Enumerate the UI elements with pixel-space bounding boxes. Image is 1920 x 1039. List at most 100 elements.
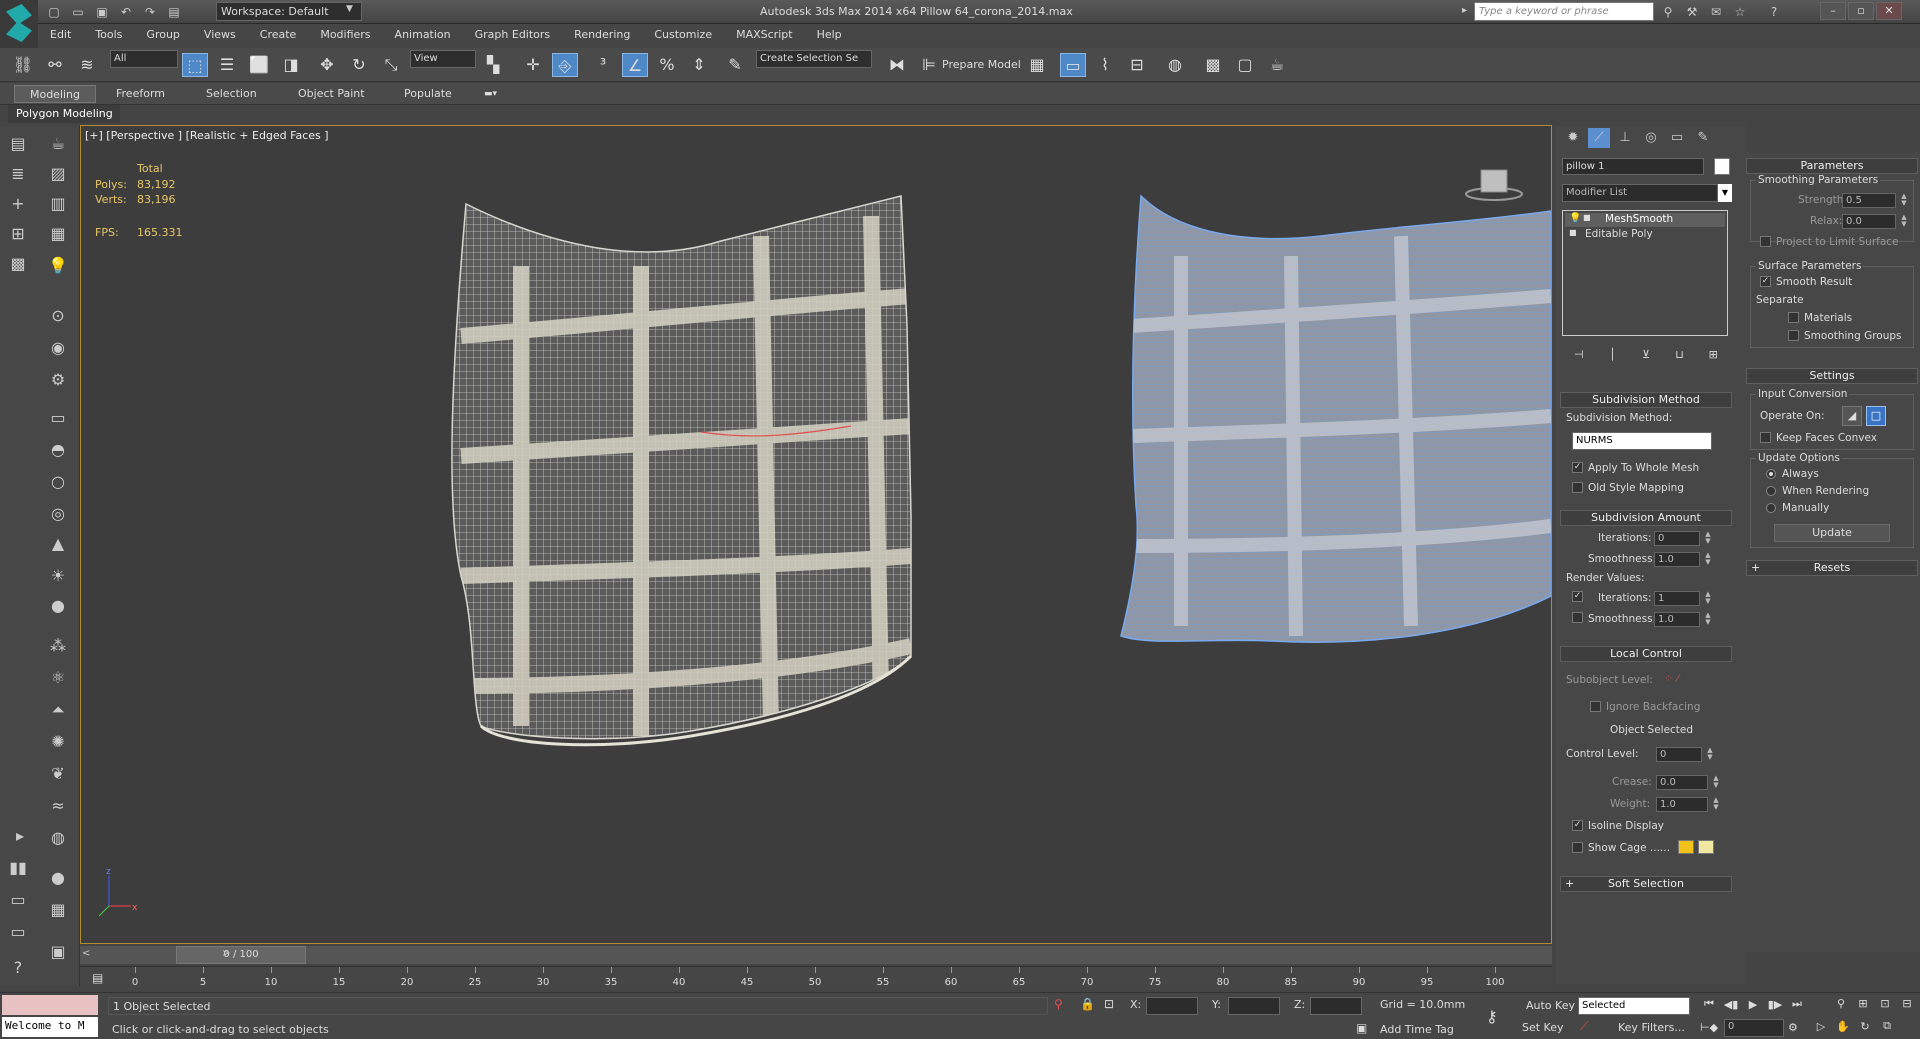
time-slider[interactable]: 0 / 100 (176, 946, 306, 964)
select-and-rotate-icon[interactable]: ↻ (346, 53, 372, 77)
key-filters-button[interactable]: Key Filters... (1618, 1021, 1685, 1034)
window-crossing-icon[interactable]: ◨ (278, 53, 304, 77)
project-limit-checkbox[interactable] (1760, 236, 1771, 247)
zoom-extents-icon[interactable]: ⊡ (1874, 997, 1896, 1010)
track-bar[interactable]: ▤ 0 5 10 15 20 25 30 35 40 45 50 55 60 65 70 75 80 85 90 95… (80, 966, 1552, 990)
maxscript-listener-top[interactable] (2, 995, 98, 1015)
select-and-link-icon[interactable]: ⛓ (10, 53, 36, 77)
create-tab-icon[interactable]: ✹ (1562, 128, 1584, 148)
rollout-subdivision-method[interactable]: Subdivision Method (1560, 392, 1732, 408)
tab-selection[interactable]: Selection (196, 85, 267, 103)
named-selection-dropdown[interactable]: Create Selection Se (756, 50, 872, 68)
select-by-name-icon[interactable]: ☰ (214, 53, 240, 77)
perspective-viewport[interactable]: [+] [Perspective ] [Realistic + Edged Fa… (80, 125, 1552, 944)
pyramid-icon[interactable]: ⏶ (46, 698, 70, 722)
modifier-list-dropdown[interactable]: Modifier List (1562, 184, 1718, 202)
menu-animation[interactable]: Animation (383, 24, 463, 46)
operate-on-triangle-icon[interactable]: ◢ (1842, 406, 1862, 426)
teapot-icon[interactable]: ☕ (46, 132, 70, 156)
maximize-viewport-icon[interactable]: ⧉ (1876, 1019, 1898, 1033)
object-color-swatch[interactable] (1714, 158, 1730, 175)
maxscript-mini-listener[interactable]: Welcome to M (2, 1017, 98, 1037)
prepare-model-label[interactable]: Prepare Model (942, 58, 1021, 71)
menu-modifiers[interactable]: Modifiers (308, 24, 382, 46)
time-configuration-icon[interactable]: ⚙ (1788, 1021, 1798, 1034)
relax-field[interactable]: 0.0 (1842, 214, 1896, 229)
menu-help[interactable]: Help (805, 24, 854, 46)
geosphere-icon[interactable]: ● (46, 594, 70, 618)
control-level-field[interactable]: 0 (1656, 747, 1702, 762)
infocenter-expand-icon[interactable]: ▸ (1462, 5, 1467, 16)
rendered-frame-window-icon[interactable]: ▢ (1232, 53, 1258, 77)
angle-snap-icon[interactable]: ∠ (622, 53, 648, 77)
add-time-tag[interactable]: Add Time Tag (1380, 1023, 1454, 1036)
rollout-local-control[interactable]: Local Control (1560, 646, 1732, 662)
when-rendering-radio[interactable] (1766, 486, 1776, 496)
workspace-chevron-icon[interactable]: ▼ (346, 4, 353, 14)
layer-manager-icon[interactable]: ▦ (1024, 53, 1050, 77)
remove-modifier-icon[interactable]: ⊔ (1663, 348, 1697, 361)
expand-arrow-icon[interactable]: ▸ (8, 824, 32, 848)
set-key-button[interactable]: Set Key (1522, 1021, 1564, 1034)
stack-item-meshsmooth[interactable]: 💡 ■ MeshSmooth (1565, 213, 1725, 227)
keyboard-shortcut-override-icon[interactable]: ⎆ (552, 53, 578, 77)
iterations-field[interactable]: 0 (1654, 531, 1700, 546)
strength-field[interactable]: 0.5 (1842, 193, 1896, 208)
auto-key-button[interactable]: Auto Key (1526, 999, 1575, 1012)
camera-icon[interactable]: ⊙ (46, 304, 70, 328)
select-and-move-icon[interactable]: ✥ (314, 53, 340, 77)
update-button[interactable]: Update (1774, 524, 1890, 542)
orbit-icon[interactable]: ↻ (1854, 1020, 1876, 1033)
unlink-icon[interactable]: ⚯ (42, 53, 68, 77)
prev-frame-arrow-icon[interactable]: < (82, 948, 90, 959)
menu-create[interactable]: Create (248, 24, 309, 46)
cage-color-swatch-2[interactable] (1698, 840, 1714, 854)
go-to-end-icon[interactable]: ⏭ (1786, 997, 1808, 1011)
crease-spinner-icon[interactable]: ▲ ▼ (1712, 775, 1720, 790)
zoom-all-icon[interactable]: ⊞ (1852, 997, 1874, 1010)
rollout-parameters[interactable]: Parameters (1746, 158, 1918, 174)
tab-freeform[interactable]: Freeform (106, 85, 175, 103)
smooth-result-checkbox[interactable]: ✓ (1760, 276, 1771, 287)
make-unique-icon[interactable]: ⊻ (1629, 348, 1663, 361)
layers-icon[interactable]: ≣ (6, 162, 30, 186)
favorites-star-icon[interactable]: ☆ (1730, 2, 1750, 22)
maximize-button[interactable]: ▫ (1848, 2, 1874, 20)
torus-icon[interactable]: ◎ (46, 502, 70, 526)
snaps-toggle-icon[interactable]: ³ (590, 53, 616, 77)
viewport-layout-2-icon[interactable]: ▭ (6, 888, 30, 912)
render-iterations-checkbox[interactable]: ✓ (1572, 591, 1583, 602)
materials-checkbox[interactable] (1788, 312, 1799, 323)
crease-field[interactable]: 0.0 (1656, 775, 1708, 790)
previous-frame-icon[interactable]: ◀▮ (1720, 998, 1742, 1011)
cone-icon[interactable]: ▲ (46, 532, 70, 556)
pin-stack-icon[interactable]: ⊣ (1562, 348, 1596, 361)
configure-sets-icon[interactable]: ⊞ (1696, 348, 1730, 361)
rollout-subdivision-amount[interactable]: Subdivision Amount (1560, 510, 1732, 526)
render-production-icon[interactable]: ☕ (1264, 53, 1290, 77)
old-style-mapping-checkbox[interactable] (1572, 482, 1583, 493)
motion-tab-icon[interactable]: ◎ (1640, 128, 1662, 148)
plus-icon[interactable]: + (6, 192, 30, 216)
mirror-icon[interactable]: ⧓ (884, 53, 910, 77)
zoom-icon[interactable]: ⚲ (1830, 997, 1852, 1010)
stack-icon[interactable]: ▣ (46, 940, 70, 964)
tab-object-paint[interactable]: Object Paint (288, 85, 375, 103)
search-input[interactable]: Type a keyword or phrase (1474, 2, 1654, 21)
curve-editor-icon[interactable]: ⌇ (1092, 53, 1118, 77)
reference-coordinate-dropdown[interactable]: View (410, 50, 476, 68)
smoothness-spinner-icon[interactable]: ▲ ▼ (1704, 552, 1712, 567)
hair-fur-icon[interactable]: ≈ (46, 794, 70, 818)
key-mode-toggle-icon[interactable]: ⊢◆ (1700, 1021, 1718, 1034)
binoculars-icon[interactable]: ⚲ (1658, 2, 1678, 22)
key-tools-icon[interactable]: ⚒ (1682, 2, 1702, 22)
help-icon[interactable]: ? (1764, 2, 1784, 22)
graphite-ribbon-icon[interactable]: ▭ (1060, 53, 1086, 77)
ignore-backfacing-checkbox[interactable] (1590, 701, 1601, 712)
rollout-resets[interactable]: + Resets (1746, 560, 1918, 576)
hierarchy-tab-icon[interactable]: ⊥ (1614, 128, 1636, 148)
menu-maxscript[interactable]: MAXScript (724, 24, 804, 46)
layer-explorer-icon[interactable]: ▩ (6, 252, 30, 276)
audio-icon[interactable]: ◉ (46, 336, 70, 360)
y-coordinate-field[interactable] (1228, 997, 1280, 1015)
